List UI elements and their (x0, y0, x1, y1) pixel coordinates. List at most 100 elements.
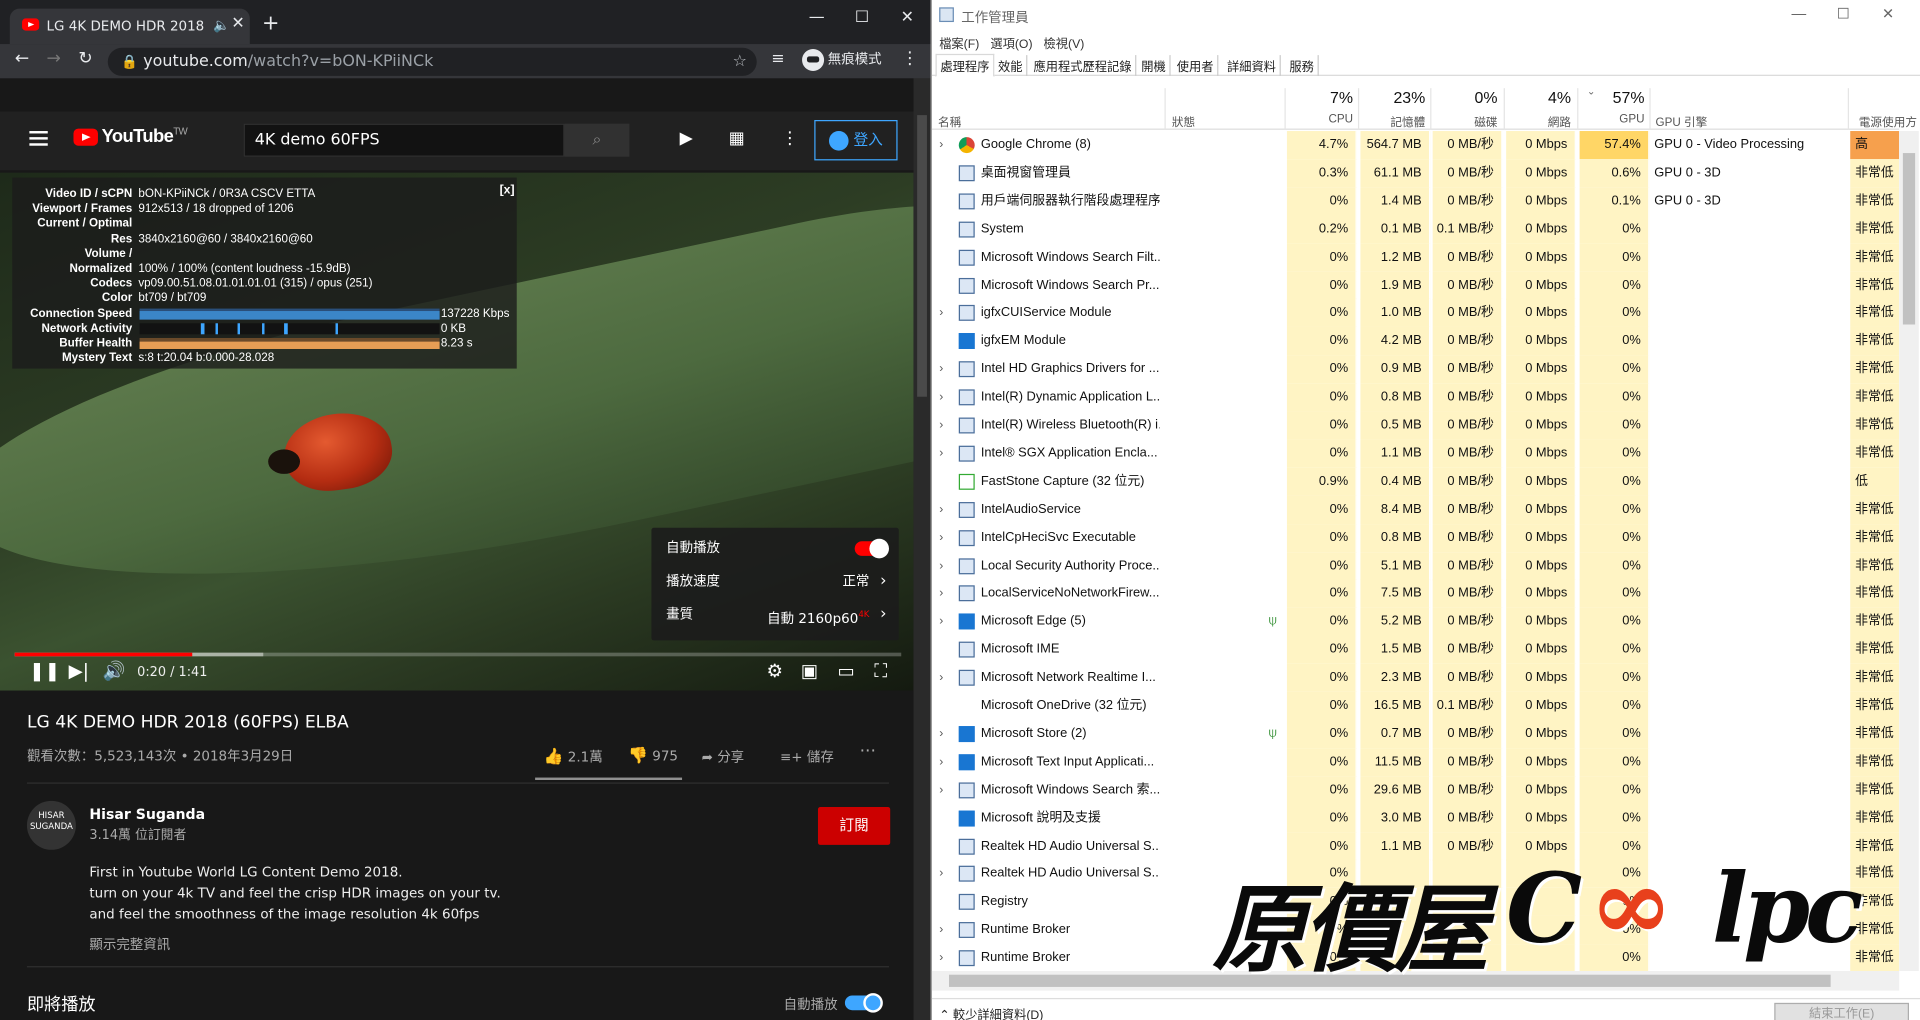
speaker-icon[interactable]: 🔈 (213, 17, 230, 33)
channel-avatar[interactable]: HISAR SUGANDA (26, 800, 76, 850)
incognito-indicator[interactable]: 無痕模式 (802, 48, 882, 72)
expand-chevron-icon[interactable]: › (939, 664, 943, 692)
col-power[interactable]: 電源使用方 (1859, 113, 1917, 129)
col-network[interactable]: 網路 (1506, 113, 1571, 129)
process-row[interactable]: › Microsoft Text Input Applicati... 0% 11.5… (932, 747, 1900, 777)
process-row[interactable]: Microsoft IME 0% 1.5 MB 0 MB/秒 0 Mbps 0% 非常低 (932, 635, 1900, 664)
col-gpu[interactable]: GPU (1580, 113, 1644, 126)
tab-processes[interactable]: 處理程序 (935, 53, 995, 78)
expand-chevron-icon[interactable]: › (939, 439, 943, 467)
more-options-icon[interactable]: ⋮ (781, 129, 798, 149)
expand-chevron-icon[interactable]: › (939, 383, 943, 411)
process-row[interactable]: Microsoft 說明及支援 0% 3.0 MB 0 MB/秒 0 Mbps 0% 非常低 (932, 803, 1900, 833)
login-button[interactable]: 登入 (814, 120, 898, 161)
subscribe-button[interactable]: 訂閱 (817, 806, 891, 845)
tab-details[interactable]: 詳細資料 (1223, 55, 1281, 76)
volume-icon[interactable]: 🔊 (103, 660, 126, 682)
menu-file[interactable]: 檔案(F) (939, 38, 979, 51)
vertical-scrollbar[interactable] (1899, 131, 1919, 972)
pause-icon[interactable]: ❚❚ (29, 660, 60, 682)
tab-users[interactable]: 使用者 (1173, 55, 1219, 76)
process-row[interactable]: › Microsoft Windows Search 索... 0% 29.6 MB 0… (932, 775, 1900, 805)
video-player[interactable]: [x] Video ID / sCPN bON-KPiiNCk / 0R3A CS… (0, 172, 914, 691)
process-row[interactable]: Microsoft Windows Search Filt... 0% 1.2 MB… (932, 243, 1900, 272)
col-disk[interactable]: 磁碟 (1433, 113, 1497, 129)
process-row[interactable]: › Local Security Authority Proce... 0% 5.1 … (932, 551, 1900, 580)
expand-chevron-icon[interactable]: › (939, 776, 943, 804)
youtube-logo-icon[interactable] (73, 128, 98, 146)
miniplayer-icon[interactable]: ▣ (801, 660, 818, 682)
expand-chevron-icon[interactable]: › (939, 580, 943, 608)
dislike-button[interactable]: 👎 975 (628, 747, 678, 765)
maximize-icon[interactable]: ☐ (841, 5, 883, 32)
hamburger-menu-icon[interactable] (29, 131, 48, 146)
expand-chevron-icon[interactable]: › (939, 720, 943, 748)
more-actions-icon[interactable]: ··· (860, 742, 876, 762)
process-row[interactable]: › LocalServiceNoNetworkFirew... 0% 7.5 MB 0 … (932, 579, 1900, 608)
minimize-icon[interactable]: — (796, 5, 838, 32)
end-task-button[interactable]: 結束工作(E) (1774, 1002, 1909, 1020)
share-button[interactable]: ➦ 分享 (702, 747, 745, 767)
fullscreen-icon[interactable]: ⛶ (874, 660, 887, 682)
menu-view[interactable]: 檢視(V) (1044, 38, 1085, 51)
chrome-menu-icon[interactable]: ⋮ (901, 49, 918, 69)
close-window-icon[interactable]: ✕ (887, 5, 929, 32)
next-icon[interactable]: ▶︎| (69, 660, 89, 682)
show-more-link[interactable]: 顯示完整資訊 (89, 934, 170, 954)
expand-chevron-icon[interactable]: › (939, 411, 943, 439)
process-row[interactable]: › Intel HD Graphics Drivers for ... 0% 0.9 … (932, 355, 1900, 384)
create-video-icon[interactable]: ▶︎ (680, 129, 693, 149)
col-memory-percent[interactable]: 23% (1360, 88, 1425, 106)
lock-icon[interactable]: 🔒 (121, 48, 138, 76)
forward-icon[interactable]: → (47, 49, 61, 69)
process-row[interactable]: › IntelCpHeciSvc Executable 0% 0.8 MB 0 MB/秒… (932, 523, 1900, 552)
youtube-logo-text[interactable]: YouTubeTW (102, 126, 188, 147)
bookmark-star-icon[interactable]: ☆ (733, 48, 747, 76)
col-cpu[interactable]: CPU (1287, 113, 1354, 126)
process-row[interactable]: › IntelAudioService 0% 8.4 MB 0 MB/秒 0 Mbps 0%… (932, 495, 1900, 524)
process-row[interactable]: 用戶端伺服器執行階段處理程序 0% 1.4 MB 0 MB/秒 0 Mbps 0.1% GP… (932, 187, 1900, 216)
col-gpu-engine[interactable]: GPU 引擎 (1656, 113, 1708, 129)
menu-options[interactable]: 選項(O) (990, 38, 1032, 51)
new-tab-icon[interactable]: + (262, 11, 279, 35)
browser-tab[interactable]: LG 4K DEMO HDR 2018 (60 🔈 ✕ (9, 8, 250, 45)
save-button[interactable]: ≡+ 儲存 (780, 747, 834, 767)
process-row[interactable]: FastStone Capture (32 位元) 0.9% 0.4 MB 0 MB/… (932, 467, 1900, 496)
maximize-icon[interactable]: ☐ (1837, 5, 1850, 22)
process-row[interactable]: › Microsoft Store (2) ⍦ 0% 0.7 MB 0 MB/秒 0 Mbp… (932, 719, 1900, 749)
back-icon[interactable]: ← (15, 49, 29, 69)
expand-chevron-icon[interactable]: › (939, 496, 943, 524)
progress-bar[interactable] (14, 652, 902, 657)
autoplay-toggle[interactable] (844, 993, 883, 1013)
process-row[interactable]: Microsoft OneDrive (32 位元) 0% 16.5 MB 0.1 M… (932, 691, 1900, 721)
process-row[interactable]: › Intel® SGX Application Encla... 0% 1.1 MB… (932, 439, 1900, 468)
autoplay-toggle[interactable] (854, 538, 889, 559)
scrollbar-thumb[interactable] (1902, 153, 1916, 325)
tab-startup[interactable]: 開機 (1138, 55, 1171, 76)
settings-quality-row[interactable]: 畫質 自動 2160p604K › (666, 602, 886, 627)
address-bar[interactable]: 🔒 youtube.com/watch?v=bON-KPiiNCk ☆ (107, 47, 757, 76)
process-row[interactable]: › igfxCUIService Module 0% 1.0 MB 0 MB/秒 0 Mb… (932, 299, 1900, 328)
tab-close-icon[interactable]: ✕ (231, 15, 244, 33)
like-button[interactable]: 👍 2.1萬 (544, 747, 603, 766)
settings-autoplay-row[interactable]: 自動播放 (666, 536, 889, 560)
channel-name[interactable]: Hisar Suganda (89, 806, 205, 823)
tab-app-history[interactable]: 應用程式歷程記錄 (1030, 55, 1137, 76)
settings-speed-row[interactable]: 播放速度 正常 › (666, 569, 886, 593)
expand-chevron-icon[interactable]: › (939, 131, 943, 159)
tab-performance[interactable]: 效能 (994, 55, 1028, 76)
process-row[interactable]: › Intel(R) Wireless Bluetooth(R) i... 0% 0.… (932, 411, 1900, 440)
scrollbar-thumb[interactable] (917, 115, 927, 397)
col-disk-percent[interactable]: 0% (1433, 88, 1498, 106)
expand-chevron-icon[interactable]: › (939, 916, 943, 944)
reload-icon[interactable]: ↻ (78, 49, 92, 69)
col-name[interactable]: 名稱 (938, 113, 961, 129)
minimize-icon[interactable]: — (1791, 5, 1806, 22)
process-row[interactable]: › Microsoft Edge (5) ⍦ 0% 5.2 MB 0 MB/秒 0 Mbps… (932, 607, 1900, 636)
expand-chevron-icon[interactable]: › (939, 524, 943, 552)
process-row[interactable]: Microsoft Windows Search Pr... 0% 1.9 MB 0 … (932, 271, 1900, 300)
col-gpu-percent[interactable]: 57% (1580, 88, 1645, 106)
apps-grid-icon[interactable]: ▦ (729, 129, 745, 149)
process-row[interactable]: igfxEM Module 0% 4.2 MB 0 MB/秒 0 Mbps 0% 非常低 (932, 327, 1900, 356)
col-network-percent[interactable]: 4% (1506, 88, 1571, 106)
